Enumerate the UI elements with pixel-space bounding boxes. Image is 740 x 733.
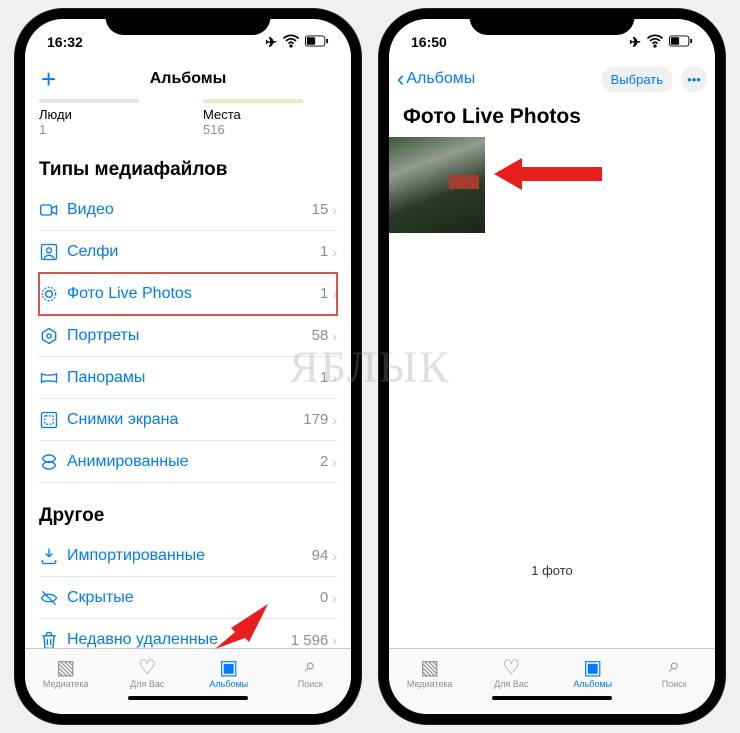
tab-for-you[interactable]: ♡Для Вас	[107, 649, 189, 714]
search-icon: ⌕	[669, 655, 680, 679]
tab-search[interactable]: ⌕Поиск	[634, 649, 716, 714]
photo-thumbnail[interactable]	[389, 137, 485, 233]
chevron-right-icon: ›	[332, 454, 337, 470]
chevron-left-icon: ‹	[397, 68, 404, 90]
home-indicator[interactable]	[492, 696, 612, 700]
tab-albums[interactable]: ▣Альбомы	[552, 649, 634, 714]
phone-right: 16:50 ✈︎ ‹ Альбомы Выбрать ••• Фот	[379, 9, 725, 724]
more-button[interactable]: •••	[681, 66, 707, 92]
selfie-icon	[39, 242, 67, 262]
home-indicator[interactable]	[128, 696, 248, 700]
back-button[interactable]: ‹ Альбомы	[397, 68, 475, 90]
tab-library[interactable]: ▧Медиатека	[25, 649, 107, 714]
chevron-right-icon: ›	[332, 328, 337, 344]
navbar: ‹ Альбомы Выбрать •••	[389, 59, 715, 99]
nav-title: Альбомы	[25, 70, 351, 88]
portrait-icon	[39, 326, 67, 346]
airplane-icon: ✈︎	[629, 34, 641, 51]
row-portraits[interactable]: Портреты 58 ›	[39, 315, 337, 357]
screenshot-icon	[39, 410, 67, 430]
for-you-icon: ♡	[502, 655, 520, 679]
page-title: Фото Live Photos	[403, 99, 701, 137]
chevron-right-icon: ›	[332, 370, 337, 386]
row-screenshots[interactable]: Снимки экрана 179 ›	[39, 399, 337, 441]
livephoto-icon	[39, 284, 67, 304]
animated-icon	[39, 452, 67, 472]
library-icon: ▧	[56, 655, 75, 679]
tabbar: ▧Медиатека ♡Для Вас ▣Альбомы ⌕Поиск	[25, 648, 351, 714]
chevron-right-icon: ›	[332, 244, 337, 260]
annotation-arrow-thumb	[494, 154, 604, 194]
row-selfie[interactable]: Селфи 1 ›	[39, 231, 337, 273]
tab-library[interactable]: ▧Медиатека	[389, 649, 471, 714]
row-recently-deleted[interactable]: Недавно удаленные 1 596 ›	[39, 619, 337, 648]
select-button[interactable]: Выбрать	[601, 67, 673, 92]
chevron-right-icon: ›	[332, 202, 337, 218]
video-icon	[39, 200, 67, 220]
status-icons: ✈︎	[265, 31, 329, 54]
notch	[470, 9, 635, 35]
trash-icon	[39, 630, 67, 648]
library-icon: ▧	[420, 655, 439, 679]
photo-count-label: 1 фото	[389, 563, 715, 578]
section-other: Другое	[39, 505, 337, 527]
wifi-icon	[281, 31, 301, 54]
search-icon: ⌕	[305, 655, 316, 679]
hidden-icon	[39, 588, 67, 608]
albums-icon: ▣	[583, 655, 602, 679]
battery-icon	[669, 34, 693, 50]
panorama-icon	[39, 368, 67, 388]
row-panoramas[interactable]: Панорамы 1 ›	[39, 357, 337, 399]
chevron-right-icon: ›	[332, 590, 337, 606]
section-media-types: Типы медиафайлов	[39, 159, 337, 181]
wifi-icon	[645, 31, 665, 54]
row-animated[interactable]: Анимированные 2 ›	[39, 441, 337, 483]
chevron-right-icon: ›	[332, 286, 337, 302]
row-imported[interactable]: Импортированные 94 ›	[39, 535, 337, 577]
row-hidden[interactable]: Скрытые 0 ›	[39, 577, 337, 619]
album-places[interactable]: Места 516	[203, 99, 303, 137]
status-time: 16:32	[47, 34, 83, 50]
navbar: + Альбомы	[25, 59, 351, 99]
album-people[interactable]: Люди 1	[39, 99, 139, 137]
phone-left: 16:32 ✈︎ + Альбомы Люди 1	[15, 9, 361, 724]
annotation-arrow-tab	[205, 584, 285, 664]
chevron-right-icon: ›	[332, 548, 337, 564]
import-icon	[39, 546, 67, 566]
status-icons: ✈︎	[629, 31, 693, 54]
row-video[interactable]: Видео 15 ›	[39, 189, 337, 231]
notch	[106, 9, 271, 35]
tab-for-you[interactable]: ♡Для Вас	[471, 649, 553, 714]
tabbar: ▧Медиатека ♡Для Вас ▣Альбомы ⌕Поиск	[389, 648, 715, 714]
row-live-photos[interactable]: Фото Live Photos 1 ›	[39, 273, 337, 315]
battery-icon	[305, 34, 329, 50]
airplane-icon: ✈︎	[265, 34, 277, 51]
for-you-icon: ♡	[138, 655, 156, 679]
status-time: 16:50	[411, 34, 447, 50]
chevron-right-icon: ›	[332, 412, 337, 428]
albums-content[interactable]: Люди 1 Места 516 Типы медиафайлов Видео …	[25, 99, 351, 648]
chevron-right-icon: ›	[332, 632, 337, 648]
